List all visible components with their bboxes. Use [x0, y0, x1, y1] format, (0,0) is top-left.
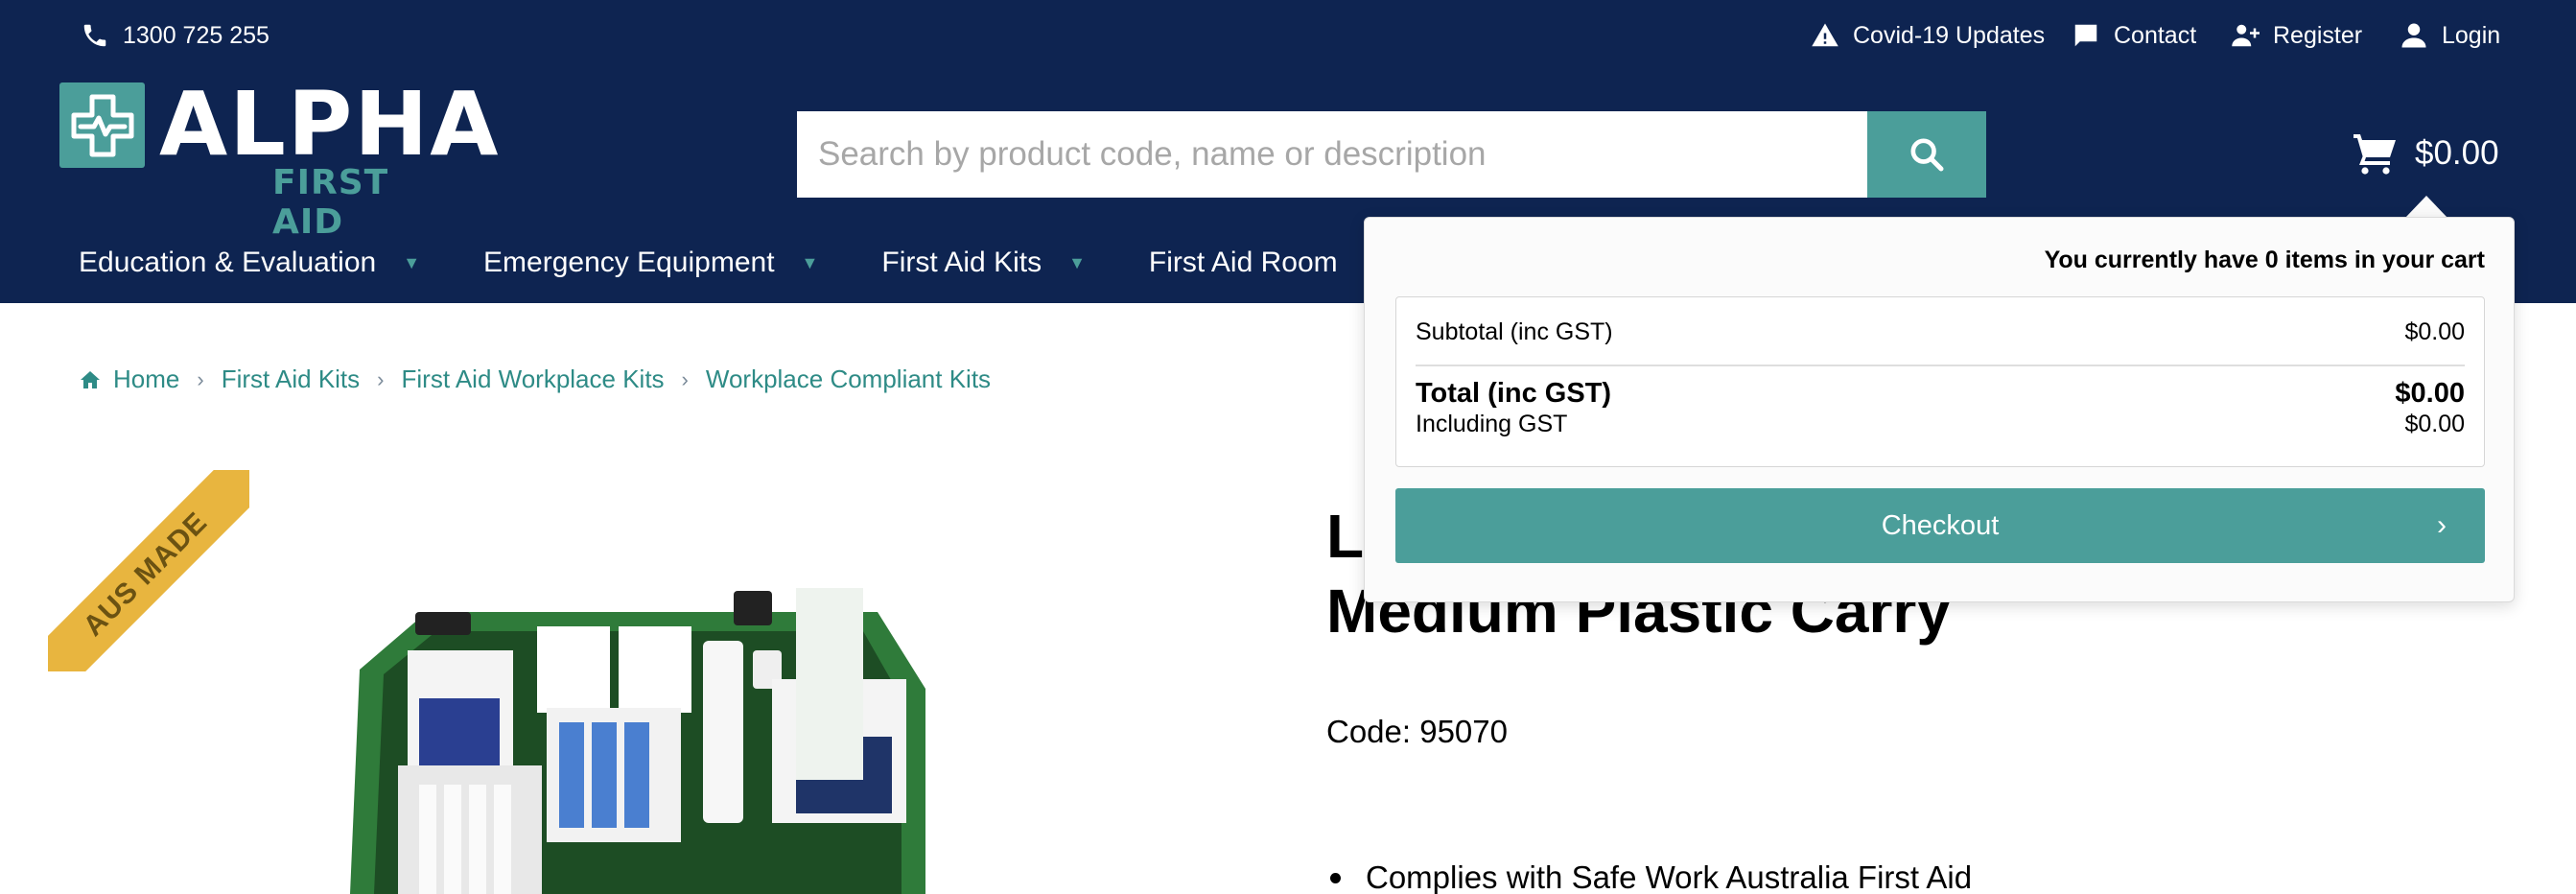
search-button[interactable]	[1867, 111, 1986, 198]
login-link[interactable]: Login	[2400, 17, 2500, 54]
search-input[interactable]	[797, 111, 1867, 198]
aus-made-badge: AUS MADE	[48, 470, 249, 671]
logo-wordmark: ALPHA	[159, 73, 501, 176]
mini-cart-dropdown: You currently have 0 items in your cart …	[1364, 217, 2515, 602]
contact-link[interactable]: Contact	[2072, 17, 2196, 54]
dropdown-pointer	[2405, 196, 2447, 218]
cart-icon	[2354, 134, 2396, 175]
breadcrumb-compliant-kits[interactable]: Workplace Compliant Kits	[706, 365, 991, 394]
cart-total: $0.00	[2415, 134, 2499, 172]
warning-icon	[1812, 23, 1838, 47]
nav-item-label: Emergency Equipment	[483, 247, 775, 278]
checkout-button[interactable]: Checkout ›	[1395, 488, 2485, 563]
phone-icon	[83, 24, 106, 47]
cart-button[interactable]: $0.00	[2352, 123, 2499, 184]
nav-first-aid-room[interactable]: First Aid Room ▼	[1149, 247, 1382, 279]
search-bar	[797, 111, 1986, 198]
user-icon	[2401, 23, 2426, 48]
nav-emergency-equipment[interactable]: Emergency Equipment ▼	[483, 247, 818, 279]
bullet-icon	[1330, 872, 1341, 883]
main-nav: Education & Evaluation ▼ Emergency Equip…	[79, 236, 1444, 290]
home-icon	[81, 370, 100, 388]
search-icon	[1910, 138, 1944, 172]
breadcrumb: Home › First Aid Kits › First Aid Workpl…	[79, 365, 991, 394]
register-link[interactable]: Register	[2231, 17, 2362, 54]
gst-label: Including GST	[1416, 411, 1568, 437]
chevron-right-icon: ›	[2437, 509, 2447, 541]
nav-item-label: First Aid Kits	[881, 247, 1042, 278]
site-logo[interactable]: ALPHA FIRST AID	[59, 73, 498, 242]
nav-item-label: Education & Evaluation	[79, 247, 377, 278]
total-label: Total (inc GST)	[1416, 378, 1612, 409]
medical-cross-icon	[59, 82, 145, 168]
phone-number: 1300 725 255	[123, 21, 269, 49]
nav-item-label: First Aid Room	[1148, 247, 1338, 278]
contact-label: Contact	[2114, 21, 2197, 49]
gst-value: $0.00	[2404, 411, 2465, 437]
subtotal-value: $0.00	[2404, 318, 2465, 345]
breadcrumb-home[interactable]: Home	[113, 365, 179, 394]
phone-link[interactable]: 1300 725 255	[81, 17, 269, 54]
caret-down-icon: ▼	[801, 252, 819, 272]
nav-first-aid-kits[interactable]: First Aid Kits ▼	[881, 247, 1086, 279]
chevron-right-icon: ›	[377, 366, 385, 391]
product-image[interactable]	[340, 554, 935, 894]
add-user-icon	[2232, 24, 2260, 47]
feature-list-item: Complies with Safe Work Australia First …	[1326, 859, 1972, 894]
gst-row: Including GST $0.00	[1416, 411, 2465, 438]
totals-divider	[1416, 365, 2465, 366]
total-row: Total (inc GST) $0.00	[1416, 378, 2465, 410]
total-value: $0.00	[2395, 378, 2465, 409]
checkout-label: Checkout	[1881, 509, 2000, 541]
subtotal-label: Subtotal (inc GST)	[1416, 318, 1613, 345]
covid-updates-label: Covid-19 Updates	[1853, 21, 2046, 49]
aus-made-label: AUS MADE	[48, 470, 249, 671]
cart-totals-box: Subtotal (inc GST) $0.00 Total (inc GST)…	[1395, 296, 2485, 467]
covid-updates-link[interactable]: Covid-19 Updates	[1811, 17, 2045, 54]
register-label: Register	[2273, 21, 2363, 49]
cart-empty-message: You currently have 0 items in your cart	[2044, 247, 2485, 273]
breadcrumb-workplace-kits[interactable]: First Aid Workplace Kits	[402, 365, 665, 394]
subtotal-row: Subtotal (inc GST) $0.00	[1416, 318, 2465, 346]
nav-education-evaluation[interactable]: Education & Evaluation ▼	[79, 247, 420, 279]
chevron-right-icon: ›	[681, 366, 689, 391]
logo-subtitle: FIRST AID	[272, 163, 389, 242]
chat-icon	[2074, 24, 2097, 47]
caret-down-icon: ▼	[1068, 252, 1086, 272]
chevron-right-icon: ›	[197, 366, 204, 391]
login-label: Login	[2442, 21, 2501, 49]
product-code: Code: 95070	[1326, 714, 1508, 749]
breadcrumb-first-aid-kits[interactable]: First Aid Kits	[222, 365, 360, 394]
caret-down-icon: ▼	[403, 252, 421, 272]
feature-text: Complies with Safe Work Australia First …	[1366, 859, 1973, 894]
